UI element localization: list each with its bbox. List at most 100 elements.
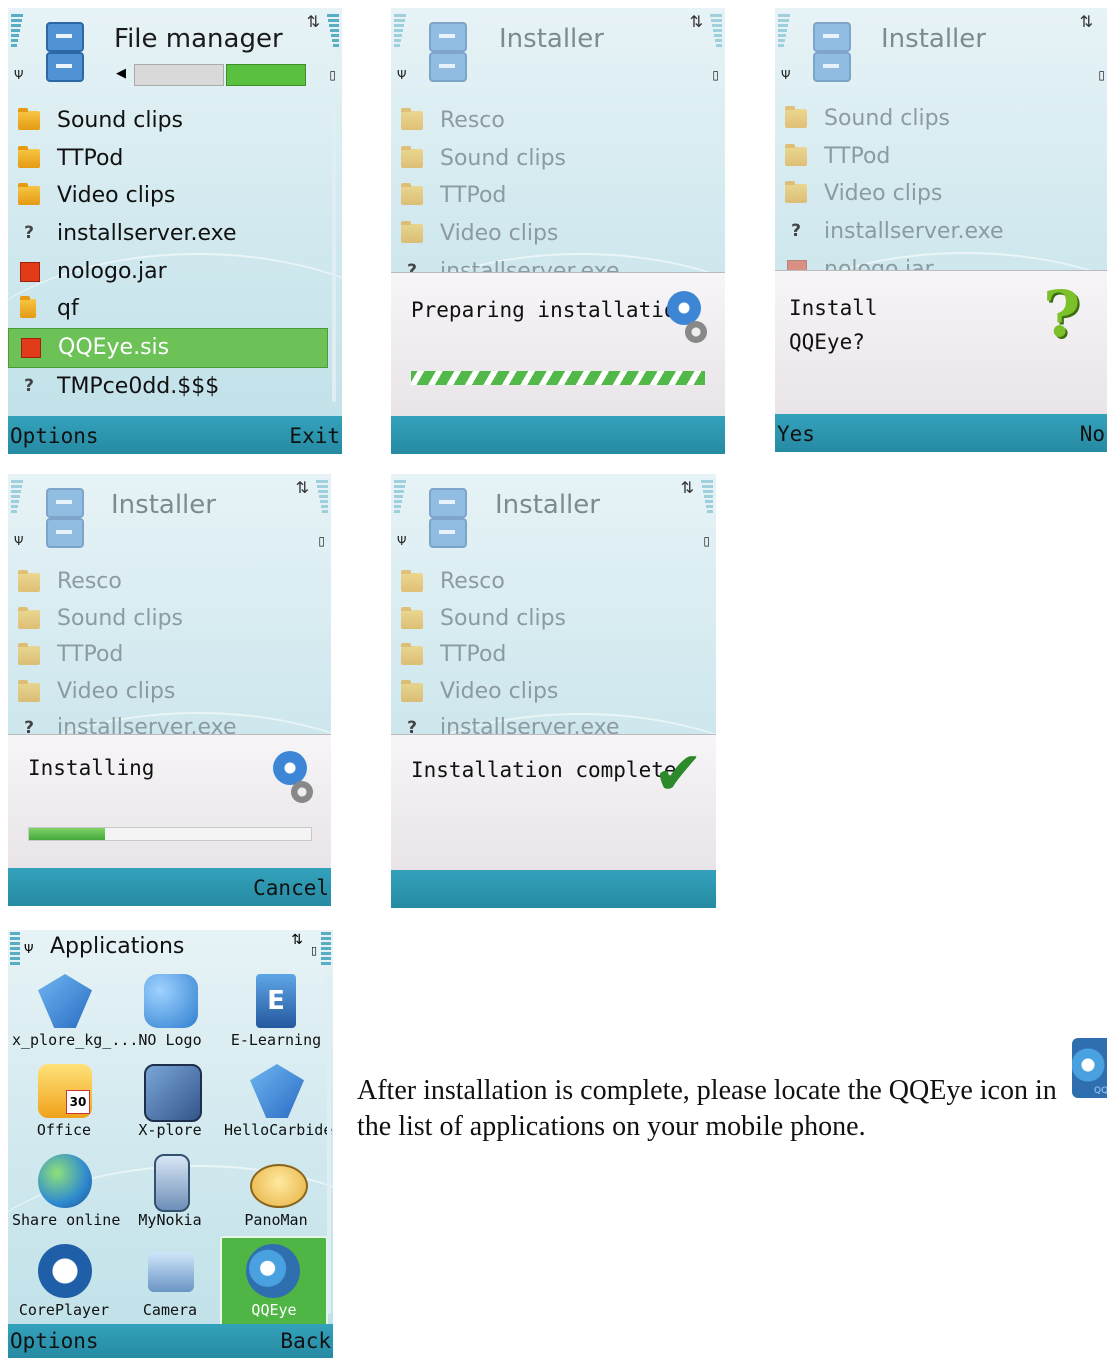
scrollbar[interactable] — [332, 102, 336, 402]
file-manager-screen: Ψ ▯ ⇅ File manager ◀ Sound clips TTPod V… — [8, 8, 342, 454]
app-panoman[interactable]: PanoMan — [224, 1150, 328, 1238]
scrollbar[interactable] — [327, 974, 331, 1314]
app-x-plore-kg[interactable]: x_plore_kg_... — [12, 970, 138, 1058]
file-list: Resco Sound clips TTPod Video clips ?ins… — [391, 564, 716, 747]
app-office[interactable]: 30 Office — [12, 1060, 116, 1148]
antenna-icon: Ψ — [781, 68, 791, 82]
list-item[interactable]: ? TMPce0dd.$$$ — [8, 368, 342, 406]
list-item[interactable]: TTPod — [8, 140, 342, 178]
x-plore-folders-icon — [144, 1064, 202, 1122]
app-share-online[interactable]: Share online — [12, 1150, 120, 1238]
battery-icon: ▯ — [310, 944, 317, 957]
battery-icon: ▯ — [318, 534, 325, 548]
java-app-icon — [21, 338, 41, 359]
list-item: Video clips — [391, 215, 725, 253]
battery-icon: ▯ — [1098, 68, 1105, 82]
data-transfer-icon: ⇅ — [680, 478, 694, 497]
folder-icon — [401, 221, 423, 244]
list-item[interactable]: ? installserver.exe — [8, 215, 342, 253]
question-mark-icon: ? — [1043, 277, 1081, 352]
antenna-icon: Ψ — [397, 68, 407, 82]
chevron-left-icon[interactable]: ◀ — [116, 66, 126, 81]
antenna-icon: Ψ — [24, 942, 34, 956]
app-qqeye[interactable]: QQEye — [220, 1236, 328, 1328]
unknown-file-icon: ? — [24, 375, 34, 396]
app-e-learning[interactable]: E E-Learning — [224, 970, 328, 1058]
app-my-nokia[interactable]: MyNokia — [118, 1150, 222, 1238]
signal-strength-icon — [394, 14, 406, 72]
list-item: Sound clips — [775, 100, 1107, 138]
puzzle-icon — [144, 974, 198, 1028]
folder-icon — [18, 643, 40, 665]
app-hello-carbide[interactable]: HelloCarbide — [224, 1060, 332, 1148]
battery-icon: ▯ — [712, 68, 719, 82]
dialog-line-2: QQEye? — [789, 330, 865, 354]
screen-title: File manager — [114, 24, 283, 54]
installing-dialog: Installing — [8, 734, 331, 869]
list-item: TTPod — [8, 637, 331, 674]
screen-title: Installer — [495, 490, 600, 520]
calendar-folder-icon: 30 — [38, 1064, 92, 1118]
data-transfer-icon: ⇅ — [689, 12, 703, 31]
antenna-icon: Ψ — [14, 68, 24, 82]
battery-level-icon — [701, 480, 713, 538]
installer-preparing-screen: Ψ ▯ ⇅ Installer Resco Sound clips TTPod … — [391, 8, 725, 454]
dialog-message: Install QQEye? — [789, 291, 878, 359]
signal-strength-icon — [394, 480, 406, 538]
list-item: Resco — [8, 564, 331, 601]
memory-tabs[interactable]: ◀ — [116, 64, 316, 86]
gears-icon — [667, 291, 701, 325]
memory-card-tab[interactable] — [226, 64, 306, 86]
app-x-plore[interactable]: X-plore — [118, 1060, 222, 1148]
no-softkey[interactable]: No — [1080, 422, 1105, 446]
folder-icon — [18, 679, 40, 702]
globe-icon — [38, 1154, 92, 1208]
phone-memory-tab[interactable] — [134, 64, 224, 86]
camera-icon — [148, 1252, 194, 1292]
back-softkey[interactable]: Back — [280, 1329, 331, 1353]
battery-level-icon — [321, 932, 331, 966]
list-item[interactable]: qf — [8, 290, 342, 328]
list-item-selected[interactable]: QQEye.sis — [8, 328, 328, 368]
data-transfer-icon: ⇅ — [1079, 12, 1093, 31]
list-item: Sound clips — [391, 601, 716, 638]
dialog-message: Preparing installation — [411, 298, 690, 322]
list-item[interactable]: Video clips — [8, 177, 342, 215]
antenna-icon: Ψ — [14, 534, 24, 548]
signal-strength-icon — [11, 480, 23, 538]
app-no-logo[interactable]: NO Logo — [118, 970, 222, 1058]
folder-icon — [401, 643, 423, 665]
dialog-message: Installing — [28, 756, 155, 780]
screen-title: Installer — [881, 24, 986, 54]
app-core-player[interactable]: CorePlayer — [12, 1240, 116, 1328]
installer-app-icon — [429, 22, 473, 82]
folder-icon — [785, 143, 807, 166]
list-item[interactable]: Sound clips — [8, 102, 342, 140]
list-item[interactable]: nologo.jar — [8, 253, 342, 291]
screen-title: Applications — [50, 934, 185, 959]
cancel-softkey[interactable]: Cancel — [253, 876, 329, 900]
hello-carbide-icon — [250, 1064, 304, 1118]
folder-icon — [18, 570, 40, 592]
signal-strength-icon — [778, 14, 790, 72]
folder-icon — [401, 606, 423, 629]
yes-softkey[interactable]: Yes — [777, 422, 815, 446]
installer-app-icon — [429, 488, 473, 548]
softkey-bar: Yes No — [775, 414, 1107, 452]
indeterminate-progress-bar — [411, 371, 705, 385]
app-camera[interactable]: Camera — [118, 1240, 222, 1328]
list-item: TTPod — [775, 138, 1107, 176]
battery-icon: ▯ — [329, 68, 336, 82]
exit-softkey[interactable]: Exit — [289, 424, 340, 448]
note-folder-icon — [20, 296, 36, 319]
options-softkey[interactable]: Options — [10, 1329, 99, 1353]
x-plore-icon — [38, 974, 92, 1028]
signal-strength-icon — [11, 14, 23, 72]
qqeye-icon: QQ — [1072, 1038, 1107, 1098]
options-softkey[interactable]: Options — [10, 424, 99, 448]
folder-icon — [401, 679, 423, 702]
data-transfer-icon: ⇅ — [295, 478, 309, 497]
list-item: Video clips — [775, 175, 1107, 213]
data-transfer-icon: ⇅ — [291, 932, 303, 948]
file-list: Resco Sound clips TTPod Video clips ?ins… — [391, 102, 725, 290]
